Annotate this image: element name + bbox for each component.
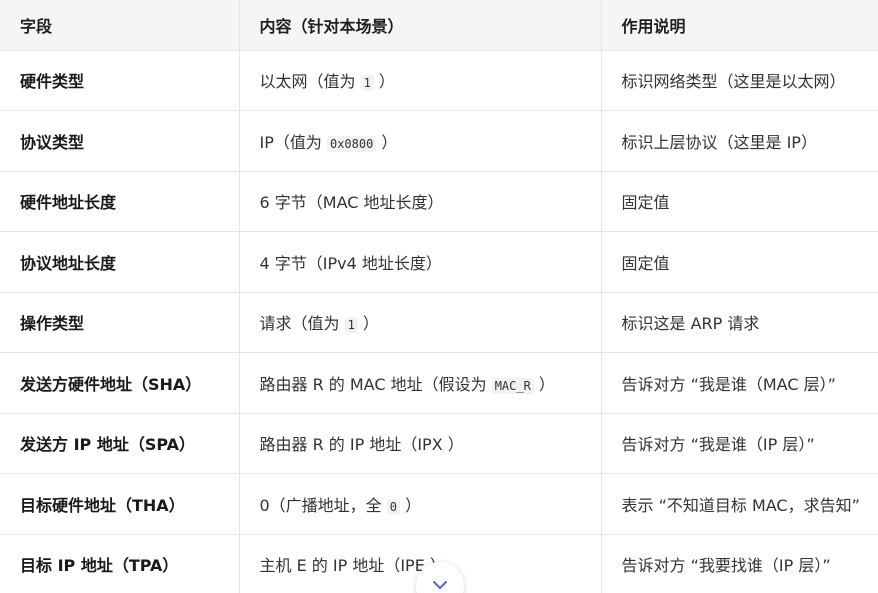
content-text: ） [533,374,555,394]
table-row: 协议地址长度 4 字节（IPv4 地址长度） 固定值 [0,231,878,293]
table-header-row: 字段 内容（针对本场景） 作用说明 [0,0,878,51]
inline-code: 1 [344,317,358,334]
table-row: 硬件类型 以太网（值为 1 ） 标识网络类型（这里是以太网） [0,50,878,111]
content-text: ） [373,72,395,92]
header-content: 内容（针对本场景） [238,0,601,51]
content-text: IP（值为 [259,132,327,152]
description-cell: 告诉对方 “我是谁（MAC 层）” [600,352,878,414]
arp-field-table-container: 字段 内容（针对本场景） 作用说明 硬件类型 以太网（值为 1 ） 标识网络类型… [0,0,878,593]
description-cell: 固定值 [600,231,878,293]
content-cell: 6 字节（MAC 地址长度） [238,171,601,232]
content-cell: 0（广播地址，全 0 ） [238,473,601,535]
content-text: 请求（值为 [259,314,345,334]
table-row: 发送方 IP 地址（SPA） 路由器 R 的 IP 地址（IPX ） 告诉对方 … [0,413,878,474]
field-cell: 发送方 IP 地址（SPA） [0,413,239,474]
content-cell: 以太网（值为 1 ） [238,50,601,111]
inline-code: MAC_R [491,377,534,394]
header-field: 字段 [0,0,239,51]
description-cell: 表示 “不知道目标 MAC，求告知” [600,473,878,535]
field-cell: 目标 IP 地址（TPA） [0,534,239,593]
content-text: ） [357,314,379,334]
field-cell: 协议类型 [0,110,239,172]
chevron-down-icon [433,581,447,589]
content-text: ） [400,495,422,515]
content-cell: 请求（值为 1 ） [238,292,601,353]
inline-code: 0x0800 [326,135,377,152]
content-cell: 4 字节（IPv4 地址长度） [238,231,601,293]
header-description: 作用说明 [600,0,878,51]
inline-code: 1 [360,75,374,92]
content-cell: 路由器 R 的 IP 地址（IPX ） [238,413,601,474]
table-row: 硬件地址长度 6 字节（MAC 地址长度） 固定值 [0,171,878,232]
content-text: 以太网（值为 [259,72,361,92]
field-cell: 操作类型 [0,292,239,353]
table-row: 操作类型 请求（值为 1 ） 标识这是 ARP 请求 [0,292,878,353]
field-cell: 硬件类型 [0,50,239,111]
arp-field-table: 字段 内容（针对本场景） 作用说明 硬件类型 以太网（值为 1 ） 标识网络类型… [0,0,878,593]
table-row: 协议类型 IP（值为 0x0800 ） 标识上层协议（这里是 IP） [0,110,878,172]
content-text: 路由器 R 的 MAC 地址（假设为 [259,374,492,394]
content-cell: 路由器 R 的 MAC 地址（假设为 MAC_R ） [238,352,601,414]
content-cell: IP（值为 0x0800 ） [238,110,601,172]
field-cell: 协议地址长度 [0,231,239,293]
description-cell: 标识上层协议（这里是 IP） [600,110,878,172]
description-cell: 固定值 [600,171,878,232]
description-cell: 标识网络类型（这里是以太网） [600,50,878,111]
content-text: ） [376,132,398,152]
field-cell: 发送方硬件地址（SHA） [0,352,239,414]
inline-code: 0 [386,498,401,515]
description-cell: 告诉对方 “我要找谁（IP 层）” [600,534,878,593]
content-text: 0（广播地址，全 [259,495,387,515]
field-cell: 硬件地址长度 [0,171,239,232]
description-cell: 告诉对方 “我是谁（IP 层）” [600,413,878,474]
table-row: 发送方硬件地址（SHA） 路由器 R 的 MAC 地址（假设为 MAC_R ） … [0,352,878,414]
field-cell: 目标硬件地址（THA） [0,473,239,535]
table-row: 目标硬件地址（THA） 0（广播地址，全 0 ） 表示 “不知道目标 MAC，求… [0,473,878,535]
description-cell: 标识这是 ARP 请求 [600,292,878,353]
